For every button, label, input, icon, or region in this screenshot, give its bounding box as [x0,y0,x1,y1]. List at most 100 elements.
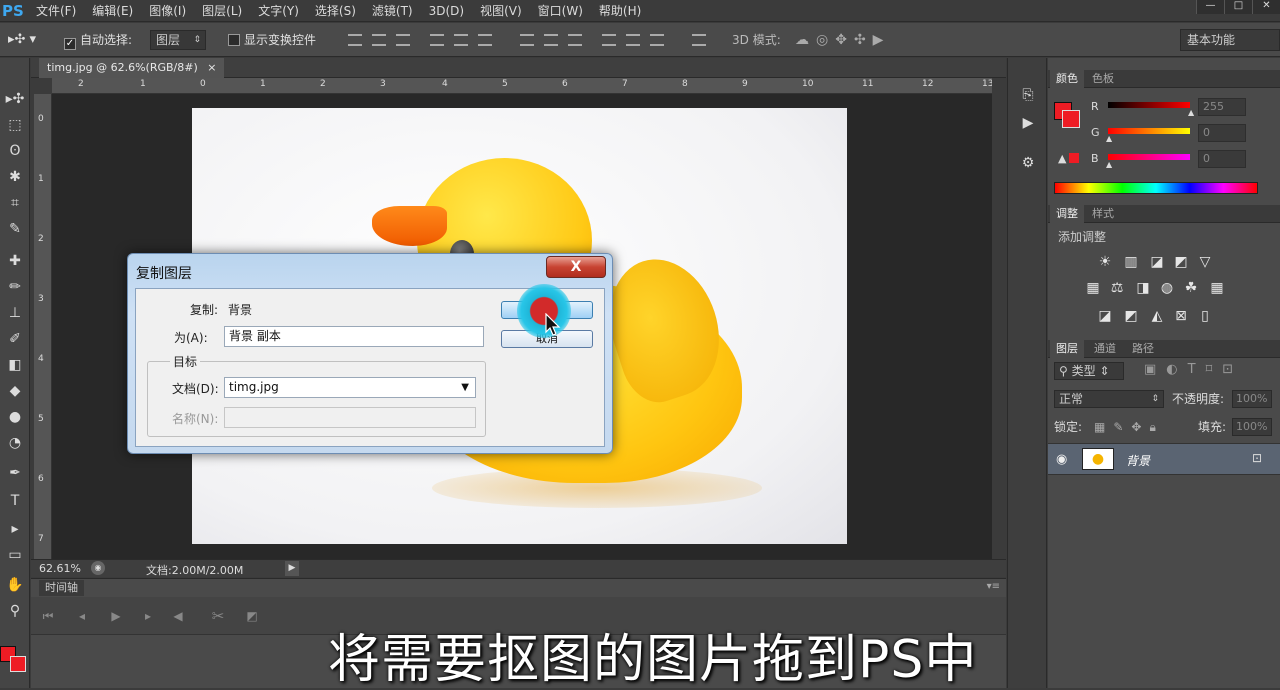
history-brush-tool-icon[interactable]: ✐ [4,328,26,350]
auto-select-checkbox[interactable]: ✓ 自动选择: [64,23,132,57]
gamut-warning-icon[interactable]: ▲ [1058,152,1080,165]
threshold-icon[interactable]: ◭ [1148,308,1166,324]
black-white-icon[interactable]: ◨ [1134,280,1152,296]
tab-swatches[interactable]: 色板 [1086,70,1120,88]
tab-layers[interactable]: 图层 [1050,340,1084,358]
exposure-icon[interactable]: ◩ [1172,254,1190,270]
blur-tool-icon[interactable]: ● [4,406,26,428]
align-bottom-icon[interactable] [396,34,410,46]
panel-menu-icon[interactable]: ▾≡ [987,581,1000,592]
play-icon[interactable]: ▶ [107,607,125,625]
zoom-level[interactable]: 62.61% [39,562,81,575]
previous-frame-icon[interactable]: ◂ [73,607,91,625]
curves-icon[interactable]: ◪ [1148,254,1166,270]
align-vcenter-icon[interactable] [372,34,386,46]
pen-tool-icon[interactable]: ✒ [4,462,26,484]
dialog-close-button[interactable]: X [546,256,606,278]
distribute-left-icon[interactable] [602,34,616,46]
tab-adjustments[interactable]: 调整 [1050,205,1084,223]
hand-tool-icon[interactable]: ✋ [4,574,26,596]
opacity-input[interactable]: 100% [1232,390,1272,408]
distribute-vcenter-icon[interactable] [544,34,558,46]
transition-icon[interactable]: ◩ [243,607,261,625]
next-frame-icon[interactable]: ▸ [139,607,157,625]
menu-select[interactable]: 选择(S) [307,0,364,22]
channel-mixer-icon[interactable]: ☘ [1182,280,1200,296]
lasso-tool-icon[interactable]: ʘ [4,140,26,162]
menu-help[interactable]: 帮助(H) [591,0,649,22]
zoom-tool-icon[interactable]: ⚲ [4,600,26,622]
crop-tool-icon[interactable]: ⌗ [4,192,26,214]
workspace-select[interactable]: 基本功能 [1180,29,1280,51]
status-menu-arrow-icon[interactable]: ▶ [285,561,299,576]
color-spectrum-bar[interactable] [1054,182,1258,194]
levels-icon[interactable]: ▥ [1122,254,1140,270]
menu-edit[interactable]: 编辑(E) [84,0,141,22]
eraser-tool-icon[interactable]: ◧ [4,354,26,376]
layer-filter-select[interactable]: ⚲ 类型 ⇕ [1054,362,1124,380]
distribute-bottom-icon[interactable] [568,34,582,46]
green-slider[interactable] [1108,128,1190,134]
color-lookup-icon[interactable]: ▦ [1208,280,1226,296]
paint-bucket-tool-icon[interactable]: ◆ [4,380,26,402]
rectangle-tool-icon[interactable]: ▭ [4,544,26,566]
history-panel-icon[interactable]: ⎘ [1017,84,1039,106]
move-tool-icon[interactable]: ▸✣ [4,88,26,110]
show-transform-checkbox[interactable]: 显示变换控件 [228,23,316,57]
stamp-tool-icon[interactable]: ⊥ [4,302,26,324]
green-slider-handle[interactable]: ▲ [1106,134,1112,143]
layer-name-input[interactable]: 背景 副本 [224,326,484,347]
close-icon[interactable]: × [207,61,216,74]
color-balance-icon[interactable]: ⚖ [1108,280,1126,296]
red-slider-handle[interactable]: ▲ [1188,108,1194,117]
blue-value-input[interactable]: 0 [1198,150,1246,168]
type-tool-icon[interactable]: T [4,490,26,512]
selective-color-icon[interactable]: ⊠ [1172,308,1190,324]
tab-styles[interactable]: 样式 [1086,205,1120,223]
audio-icon[interactable]: ◀ [169,607,187,625]
align-top-icon[interactable] [348,34,362,46]
tab-channels[interactable]: 通道 [1088,340,1122,358]
blue-slider-handle[interactable]: ▲ [1106,160,1112,169]
menu-window[interactable]: 窗口(W) [530,0,591,22]
color-panel-background-swatch[interactable] [1062,110,1080,128]
photo-filter-icon[interactable]: ◍ [1158,280,1176,296]
close-window-button[interactable]: ✕ [1252,0,1280,14]
blend-mode-select[interactable]: 正常 ⇕ [1054,390,1164,408]
red-slider[interactable] [1108,102,1190,108]
layer-row-background[interactable]: ◉ ● 背景 ⊡ [1048,443,1280,475]
distribute-right-icon[interactable] [650,34,664,46]
brush-tool-icon[interactable]: ✏ [4,276,26,298]
align-right-icon[interactable] [478,34,492,46]
eyedropper-tool-icon[interactable]: ✎ [4,218,26,240]
hue-saturation-icon[interactable]: ▦ [1084,280,1102,296]
layer-filter-icons[interactable]: ▣◐T⌑⊡ [1144,362,1243,377]
document-select[interactable]: timg.jpg ▼ [224,377,476,398]
posterize-icon[interactable]: ◩ [1122,308,1140,324]
menu-filter[interactable]: 滤镜(T) [364,0,421,22]
healing-brush-tool-icon[interactable]: ✚ [4,250,26,272]
dodge-tool-icon[interactable]: ◔ [4,432,26,454]
3d-mode-icons[interactable]: ☁◎✥✣▶ [795,23,890,57]
menu-file[interactable]: 文件(F) [28,0,84,22]
actions-panel-icon[interactable]: ▶ [1017,112,1039,134]
document-tab[interactable]: timg.jpg @ 62.6%(RGB/8#) × [39,58,225,78]
first-frame-icon[interactable]: ⏮ [39,607,57,625]
menu-view[interactable]: 视图(V) [472,0,530,22]
magic-wand-tool-icon[interactable]: ✱ [4,166,26,188]
tab-color[interactable]: 颜色 [1050,70,1084,88]
gradient-map-icon[interactable]: ▯ [1196,308,1214,324]
minimize-button[interactable]: — [1196,0,1224,14]
menu-image[interactable]: 图像(I) [141,0,194,22]
timeline-tab[interactable]: 时间轴 [39,580,84,596]
distribute-top-icon[interactable] [520,34,534,46]
properties-panel-icon[interactable]: ⚙ [1017,152,1039,174]
eye-icon[interactable]: ◉ [1056,452,1067,467]
path-selection-tool-icon[interactable]: ▸ [4,518,26,540]
layer-name[interactable]: 背景 [1126,452,1150,469]
menu-3d[interactable]: 3D(D) [421,0,472,22]
auto-align-icon[interactable] [692,34,706,46]
tab-paths[interactable]: 路径 [1126,340,1160,358]
auto-select-target-select[interactable]: 图层 ⇕ [150,30,206,50]
marquee-tool-icon[interactable]: ⬚ [4,114,26,136]
